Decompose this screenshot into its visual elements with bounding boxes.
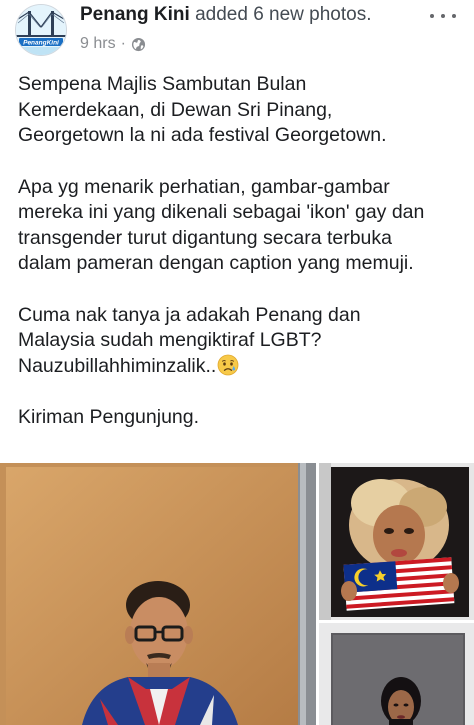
photo-grid	[0, 463, 474, 725]
more-dot	[441, 14, 445, 18]
photo-2[interactable]	[319, 463, 474, 620]
photo-portrait-woman	[319, 623, 474, 725]
photo-3[interactable]	[319, 623, 474, 725]
photo-portrait-flag	[319, 463, 474, 620]
sad-tear-face-icon	[217, 354, 239, 375]
page-logo: PenangKini	[16, 5, 66, 55]
photo-1[interactable]	[0, 463, 316, 725]
post-paragraph-with-emoji: Cuma nak tanya ja adakah Penang dan Mala…	[18, 303, 464, 380]
post-meta: 9 hrs ·	[80, 34, 146, 54]
globe-icon	[131, 37, 145, 51]
more-horizontal-icon	[430, 14, 434, 18]
post-paragraph: Apa yg menarik perhatian, gambar-gambar …	[18, 175, 425, 275]
post-title: Penang Kini added 6 new photos.	[80, 4, 372, 26]
post-header: PenangKini Penang Kini added 6 new photo…	[0, 0, 474, 66]
post-body: Sempena Majlis Sambutan Bulan Kemerdekaa…	[18, 72, 464, 431]
more-dot	[452, 14, 456, 18]
page-logo-text: PenangKini	[23, 40, 59, 47]
post-timestamp[interactable]: 9 hrs	[80, 35, 116, 53]
post-paragraph: Kiriman Pengunjung.	[18, 406, 200, 428]
meta-separator: ·	[120, 35, 126, 52]
photo-portrait-man	[0, 463, 316, 725]
post-action-text: added 6 new photos.	[195, 4, 372, 25]
more-options-button[interactable]	[430, 6, 456, 26]
post-paragraph: Sempena Majlis Sambutan Bulan Kemerdekaa…	[18, 73, 387, 146]
page-name-link[interactable]: Penang Kini	[80, 4, 190, 25]
post-paragraph: Cuma nak tanya ja adakah Penang dan Mala…	[18, 303, 361, 377]
page-avatar[interactable]: PenangKini	[15, 4, 67, 56]
